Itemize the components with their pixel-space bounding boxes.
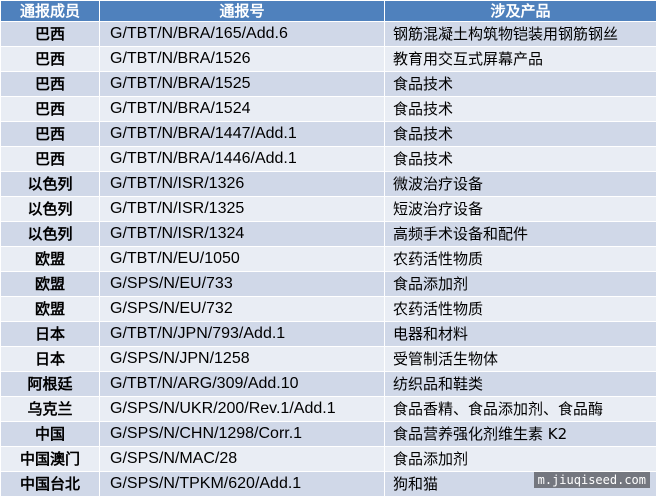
product-cell: 短波治疗设备	[385, 197, 656, 222]
product-cell: 食品技术	[385, 72, 656, 97]
member-cell: 日本	[1, 322, 100, 347]
member-cell: 乌克兰	[1, 397, 100, 422]
product-cell: 教育用交互式屏幕产品	[385, 47, 656, 72]
product-cell: 食品香精、食品添加剂、食品酶	[385, 397, 656, 422]
header-product: 涉及产品	[385, 1, 656, 22]
table-row: 巴西G/TBT/N/BRA/1446/Add.1食品技术	[1, 147, 656, 172]
notification-number-cell: G/TBT/N/ISR/1325	[100, 197, 385, 222]
product-cell: 狗和猫	[385, 472, 656, 497]
product-cell: 微波治疗设备	[385, 172, 656, 197]
notification-number-cell: G/TBT/N/ARG/309/Add.10	[100, 372, 385, 397]
header-row: 通报成员 通报号 涉及产品	[1, 1, 656, 22]
notification-number-cell: G/TBT/N/BRA/1526	[100, 47, 385, 72]
notification-number-cell: G/TBT/N/ISR/1324	[100, 222, 385, 247]
member-cell: 中国澳门	[1, 447, 100, 472]
table-body: 巴西G/TBT/N/BRA/165/Add.6钢筋混凝土构筑物铠装用钢筋钢丝巴西…	[1, 22, 656, 497]
member-cell: 以色列	[1, 222, 100, 247]
product-cell: 钢筋混凝土构筑物铠装用钢筋钢丝	[385, 22, 656, 47]
notification-number-cell: G/TBT/N/BRA/1447/Add.1	[100, 122, 385, 147]
product-cell: 电器和材料	[385, 322, 656, 347]
product-cell: 农药活性物质	[385, 247, 656, 272]
table-row: 巴西G/TBT/N/BRA/165/Add.6钢筋混凝土构筑物铠装用钢筋钢丝	[1, 22, 656, 47]
member-cell: 巴西	[1, 22, 100, 47]
table-row: 巴西G/TBT/N/BRA/1525食品技术	[1, 72, 656, 97]
notification-number-cell: G/SPS/N/CHN/1298/Corr.1	[100, 422, 385, 447]
member-cell: 以色列	[1, 172, 100, 197]
header-notification-number: 通报号	[100, 1, 385, 22]
product-cell: 食品技术	[385, 147, 656, 172]
notification-number-cell: G/TBT/N/BRA/165/Add.6	[100, 22, 385, 47]
table-row: 欧盟G/TBT/N/EU/1050农药活性物质	[1, 247, 656, 272]
table-row: 巴西G/TBT/N/BRA/1526教育用交互式屏幕产品	[1, 47, 656, 72]
header-member: 通报成员	[1, 1, 100, 22]
notification-number-cell: G/SPS/N/EU/732	[100, 297, 385, 322]
product-cell: 食品营养强化剂维生素 K2	[385, 422, 656, 447]
member-cell: 中国台北	[1, 472, 100, 497]
member-cell: 日本	[1, 347, 100, 372]
member-cell: 以色列	[1, 197, 100, 222]
notification-number-cell: G/SPS/N/JPN/1258	[100, 347, 385, 372]
notification-number-cell: G/TBT/N/ISR/1326	[100, 172, 385, 197]
table-row: 阿根廷G/TBT/N/ARG/309/Add.10纺织品和鞋类	[1, 372, 656, 397]
table-header: 通报成员 通报号 涉及产品	[1, 1, 656, 22]
product-cell: 食品添加剂	[385, 272, 656, 297]
table-row: 中国台北G/SPS/N/TPKM/620/Add.1狗和猫	[1, 472, 656, 497]
table-row: 乌克兰G/SPS/N/UKR/200/Rev.1/Add.1食品香精、食品添加剂…	[1, 397, 656, 422]
product-cell: 高频手术设备和配件	[385, 222, 656, 247]
table-row: 日本G/SPS/N/JPN/1258受管制活生物体	[1, 347, 656, 372]
product-cell: 食品技术	[385, 122, 656, 147]
table-row: 中国G/SPS/N/CHN/1298/Corr.1食品营养强化剂维生素 K2	[1, 422, 656, 447]
table-row: 欧盟G/SPS/N/EU/733食品添加剂	[1, 272, 656, 297]
notification-number-cell: G/TBT/N/BRA/1446/Add.1	[100, 147, 385, 172]
member-cell: 阿根廷	[1, 372, 100, 397]
notification-table: 通报成员 通报号 涉及产品 巴西G/TBT/N/BRA/165/Add.6钢筋混…	[0, 0, 656, 497]
table-row: 以色列G/TBT/N/ISR/1326微波治疗设备	[1, 172, 656, 197]
product-cell: 农药活性物质	[385, 297, 656, 322]
product-cell: 食品添加剂	[385, 447, 656, 472]
product-cell: 纺织品和鞋类	[385, 372, 656, 397]
member-cell: 欧盟	[1, 247, 100, 272]
table-row: 以色列G/TBT/N/ISR/1324高频手术设备和配件	[1, 222, 656, 247]
table-row: 日本G/TBT/N/JPN/793/Add.1电器和材料	[1, 322, 656, 347]
product-cell: 受管制活生物体	[385, 347, 656, 372]
member-cell: 中国	[1, 422, 100, 447]
notification-number-cell: G/SPS/N/UKR/200/Rev.1/Add.1	[100, 397, 385, 422]
table-row: 中国澳门G/SPS/N/MAC/28食品添加剂	[1, 447, 656, 472]
notification-number-cell: G/SPS/N/EU/733	[100, 272, 385, 297]
notification-number-cell: G/TBT/N/BRA/1524	[100, 97, 385, 122]
notification-number-cell: G/TBT/N/EU/1050	[100, 247, 385, 272]
notification-number-cell: G/TBT/N/BRA/1525	[100, 72, 385, 97]
member-cell: 欧盟	[1, 272, 100, 297]
table-row: 欧盟G/SPS/N/EU/732农药活性物质	[1, 297, 656, 322]
member-cell: 巴西	[1, 147, 100, 172]
member-cell: 欧盟	[1, 297, 100, 322]
product-cell: 食品技术	[385, 97, 656, 122]
member-cell: 巴西	[1, 72, 100, 97]
notification-number-cell: G/SPS/N/MAC/28	[100, 447, 385, 472]
table-row: 巴西G/TBT/N/BRA/1524食品技术	[1, 97, 656, 122]
notification-number-cell: G/TBT/N/JPN/793/Add.1	[100, 322, 385, 347]
table-row: 以色列G/TBT/N/ISR/1325短波治疗设备	[1, 197, 656, 222]
member-cell: 巴西	[1, 47, 100, 72]
member-cell: 巴西	[1, 97, 100, 122]
table-row: 巴西G/TBT/N/BRA/1447/Add.1食品技术	[1, 122, 656, 147]
notification-number-cell: G/SPS/N/TPKM/620/Add.1	[100, 472, 385, 497]
member-cell: 巴西	[1, 122, 100, 147]
